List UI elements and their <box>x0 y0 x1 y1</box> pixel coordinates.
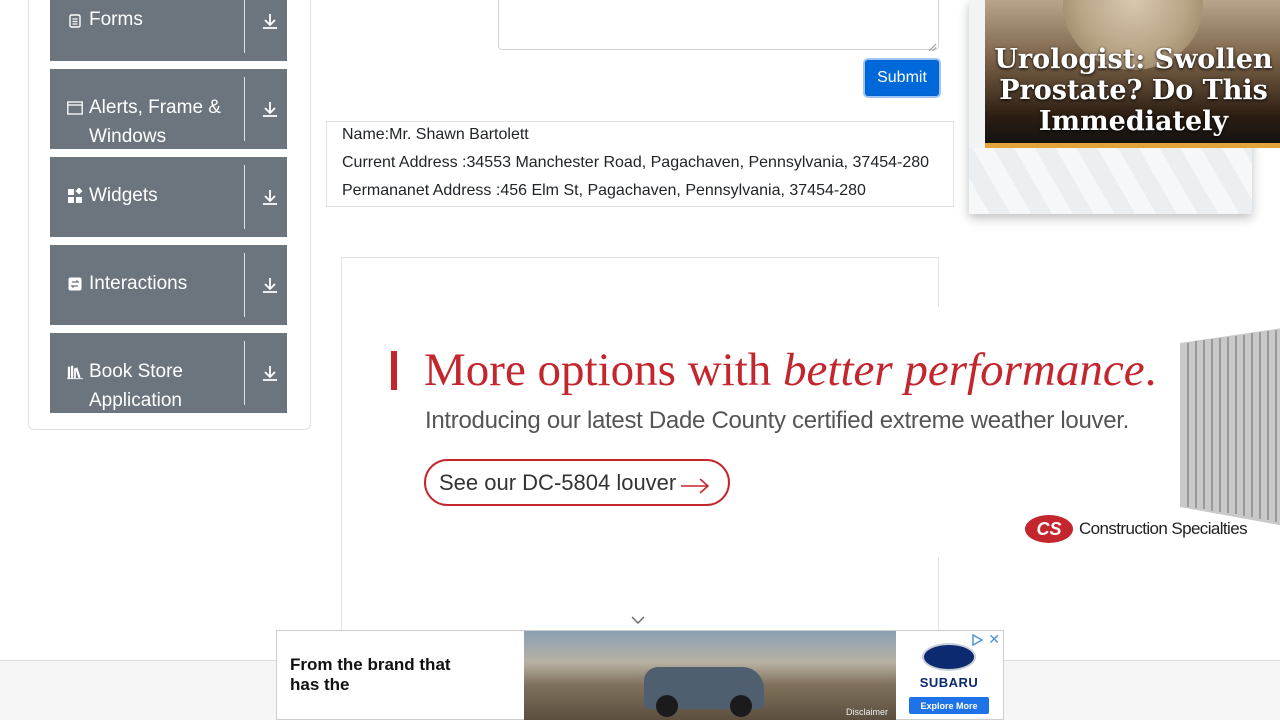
divider <box>244 0 245 53</box>
cs-logo-mark: CS <box>1025 515 1073 543</box>
download-icon[interactable] <box>258 97 282 121</box>
sidebar-group-label: Alerts, Frame & Windows <box>89 97 221 147</box>
sidebar-group-forms[interactable]: Forms <box>50 0 287 61</box>
download-icon[interactable] <box>258 9 282 33</box>
sidebar-group-interactions[interactable]: Interactions <box>50 245 287 325</box>
arrow-right-icon <box>680 475 710 501</box>
ad-headline: Urologist: Swollen Prostate? Do This Imm… <box>994 44 1273 137</box>
car-wheel <box>656 695 678 717</box>
output-name: Name:Mr. Shawn Bartolett <box>342 126 529 143</box>
ad-cta-button[interactable]: See our DC-5804 louver <box>424 459 730 506</box>
output-box: Name:Mr. Shawn Bartolett Current Address… <box>326 121 954 207</box>
submit-button[interactable]: Submit <box>863 58 941 98</box>
sidebar-group-label: Interactions <box>89 273 188 294</box>
download-icon[interactable] <box>258 185 282 209</box>
headline-emphasis: better performance <box>783 344 1145 396</box>
chevron-down-icon[interactable] <box>630 613 646 631</box>
explore-more-button[interactable]: Explore More <box>909 697 989 714</box>
ad-red-bar <box>391 351 397 390</box>
sidebar-group-widgets[interactable]: Widgets <box>50 157 287 237</box>
subaru-logo: SUBARU <box>899 643 999 690</box>
permanent-address-textarea[interactable] <box>498 0 939 52</box>
window-icon <box>67 100 83 116</box>
ad-text: From the brand that has the <box>290 655 451 694</box>
right-ad[interactable]: Urologist: Swollen Prostate? Do This Imm… <box>969 0 1280 214</box>
resize-grip-icon[interactable] <box>928 39 937 52</box>
sidebar-group-label: Forms <box>89 9 143 30</box>
brand-name: SUBARU <box>919 675 979 690</box>
ad-image: Urologist: Swollen Prostate? Do This Imm… <box>985 0 1280 146</box>
headline-plain: More options with <box>424 344 784 396</box>
disclaimer-link[interactable]: Disclaimer <box>846 707 888 717</box>
sidebar-group-label: Widgets <box>89 185 158 206</box>
banner-ad[interactable]: More options with better performance. In… <box>377 307 1280 557</box>
divider <box>244 77 245 141</box>
adchoices-icon[interactable] <box>971 633 984 651</box>
sidebar-group-book-store[interactable]: Book Store Application <box>50 333 287 413</box>
subaru-stars-icon <box>922 643 976 671</box>
cta-label: See our DC-5804 louver <box>439 469 677 495</box>
ad-pattern <box>969 148 1252 214</box>
ad-subline: Introducing our latest Dade County certi… <box>425 407 1129 434</box>
page: Forms Alerts, Frame & Windows Widgets In… <box>0 0 1280 720</box>
output-permanent-address: Permananet Address :456 Elm St, Pagachav… <box>342 182 866 199</box>
widgets-icon <box>67 188 83 204</box>
cs-logo-name: Construction Specialties <box>1079 519 1248 538</box>
interactions-icon <box>67 276 83 292</box>
books-icon <box>67 364 83 380</box>
sidebar-group-label: Book Store Application <box>89 361 183 411</box>
form-icon <box>67 13 83 29</box>
car-image: Disclaimer <box>524 631 896 720</box>
divider <box>244 165 245 229</box>
bottom-ad[interactable]: From the brand that has the Disclaimer S… <box>276 630 1004 720</box>
download-icon[interactable] <box>258 273 282 297</box>
sidebar-group-alerts[interactable]: Alerts, Frame & Windows <box>50 69 287 149</box>
headline-end: . <box>1144 344 1157 396</box>
louver-image <box>1180 327 1280 527</box>
ad-headline: More options with better performance. <box>424 343 1156 397</box>
cs-logo: CS Construction Specialties <box>1025 515 1248 543</box>
download-icon[interactable] <box>258 361 282 385</box>
car-wheel <box>730 695 752 717</box>
divider <box>244 253 245 317</box>
close-icon[interactable]: ✕ <box>988 631 1000 648</box>
divider <box>244 341 245 405</box>
output-current-address: Current Address :34553 Manchester Road, … <box>342 154 930 171</box>
